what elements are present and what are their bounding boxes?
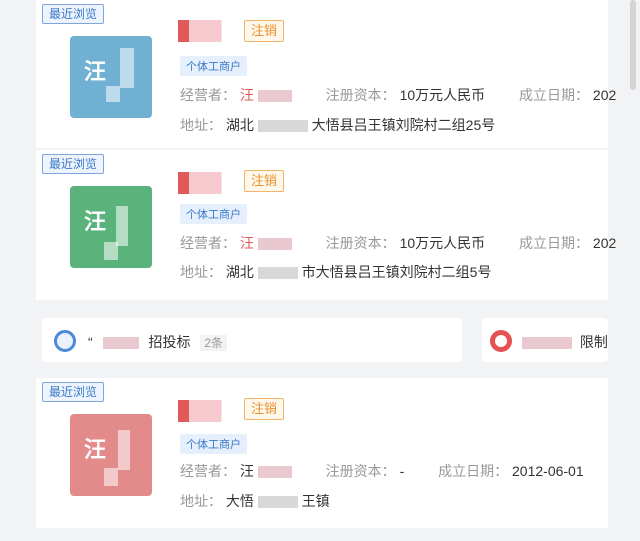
- company-name[interactable]: [178, 20, 240, 42]
- restriction-label: 限制: [579, 334, 608, 350]
- address-suffix: 王镇: [301, 493, 330, 509]
- entity-type-tag: 个体工商户: [180, 204, 247, 224]
- meta-row: 经营者： 汪 注册资本： 10万元人民币 成立日期： 202: [180, 86, 616, 104]
- company-card[interactable]: 最近浏览 汪 注销 个体工商户 经营者： 汪 注册资本： - 成立日期： 201…: [36, 378, 608, 528]
- company-card[interactable]: 最近浏览 汪 注销 个体工商户 经营者： 汪 注册资本： 10万元人民币 成立日…: [36, 150, 616, 300]
- company-logo: 汪: [70, 186, 152, 268]
- capital-value: 10万元人民币: [399, 235, 486, 251]
- target-icon: [54, 330, 76, 352]
- redaction: [257, 466, 292, 479]
- redaction: [257, 120, 308, 133]
- date-label: 成立日期：: [519, 235, 590, 251]
- status-badge: 注销: [244, 20, 285, 42]
- date-value: 202: [592, 235, 617, 251]
- info-strip: “ 招投标 2条 限制: [36, 314, 608, 370]
- bidding-pill[interactable]: “ 招投标 2条: [42, 318, 462, 362]
- logo-char: 汪: [84, 437, 107, 462]
- redaction: [102, 337, 139, 350]
- date-label: 成立日期：: [519, 87, 590, 103]
- operator-value[interactable]: 汪: [240, 235, 254, 251]
- operator-label: 经营者：: [180, 87, 236, 103]
- capital-value: 10万元人民币: [399, 87, 486, 103]
- entity-type-tag: 个体工商户: [180, 56, 247, 76]
- capital-label: 注册资本：: [325, 87, 396, 103]
- redaction: [257, 238, 292, 251]
- company-name[interactable]: [178, 172, 240, 194]
- scrollbar[interactable]: [630, 0, 636, 90]
- meta-row: 经营者： 汪 注册资本： 10万元人民币 成立日期： 202: [180, 234, 616, 252]
- address-row: 地址： 湖北 大悟县吕王镇刘院村二组25号: [180, 116, 495, 134]
- bidding-quote: “: [88, 334, 93, 350]
- capital-label: 注册资本：: [325, 463, 396, 479]
- restriction-text: 限制: [522, 332, 608, 352]
- logo-mosaic: [106, 86, 120, 102]
- logo-char: 汪: [84, 209, 107, 234]
- date-label: 成立日期：: [438, 463, 509, 479]
- address-row: 地址： 大悟 王镇: [180, 492, 330, 510]
- recent-view-badge: 最近浏览: [42, 154, 105, 174]
- redaction: [257, 90, 292, 103]
- logo-mosaic: [116, 206, 128, 246]
- address-label: 地址：: [180, 264, 222, 280]
- operator-value[interactable]: 汪: [240, 463, 254, 479]
- recent-view-badge: 最近浏览: [42, 4, 105, 24]
- bidding-count: 2条: [200, 335, 228, 351]
- company-name[interactable]: [178, 400, 240, 422]
- date-value: 202: [592, 87, 617, 103]
- bidding-label: 招投标: [148, 334, 191, 350]
- operator-label: 经营者：: [180, 463, 236, 479]
- logo-mosaic: [118, 430, 130, 470]
- capital-label: 注册资本：: [325, 235, 396, 251]
- redaction: [257, 496, 298, 509]
- date-value: 2012-06-01: [512, 463, 584, 479]
- address-suffix: 大悟县吕王镇刘院村二组25号: [311, 117, 496, 133]
- recent-view-badge: 最近浏览: [42, 382, 105, 402]
- logo-mosaic: [120, 48, 134, 88]
- logo-mosaic: [104, 242, 118, 260]
- address-prefix: 大悟: [225, 493, 254, 509]
- address-suffix: 市大悟县吕王镇刘院村二组5号: [301, 264, 492, 280]
- address-prefix: 湖北: [225, 117, 254, 133]
- bidding-text: “ 招投标 2条: [88, 332, 228, 352]
- target-icon: [490, 330, 512, 352]
- address-prefix: 湖北: [225, 264, 254, 280]
- redaction: [257, 267, 298, 280]
- meta-row: 经营者： 汪 注册资本： - 成立日期： 2012-06-01: [180, 462, 584, 480]
- operator-value[interactable]: 汪: [240, 87, 254, 103]
- operator-label: 经营者：: [180, 235, 236, 251]
- company-logo: 汪: [70, 36, 152, 118]
- redaction: [522, 337, 572, 350]
- restriction-pill[interactable]: 限制: [482, 318, 608, 362]
- logo-mosaic: [104, 468, 118, 486]
- address-label: 地址：: [180, 493, 222, 509]
- status-badge: 注销: [244, 398, 285, 420]
- logo-char: 汪: [84, 59, 107, 84]
- entity-type-tag: 个体工商户: [180, 434, 247, 454]
- address-row: 地址： 湖北 市大悟县吕王镇刘院村二组5号: [180, 263, 491, 281]
- status-badge: 注销: [244, 170, 285, 192]
- company-card[interactable]: 最近浏览 汪 注销 个体工商户 经营者： 汪 注册资本： 10万元人民币 成立日…: [36, 0, 616, 148]
- address-label: 地址：: [180, 117, 222, 133]
- company-logo: 汪: [70, 414, 152, 496]
- capital-value: -: [399, 463, 405, 479]
